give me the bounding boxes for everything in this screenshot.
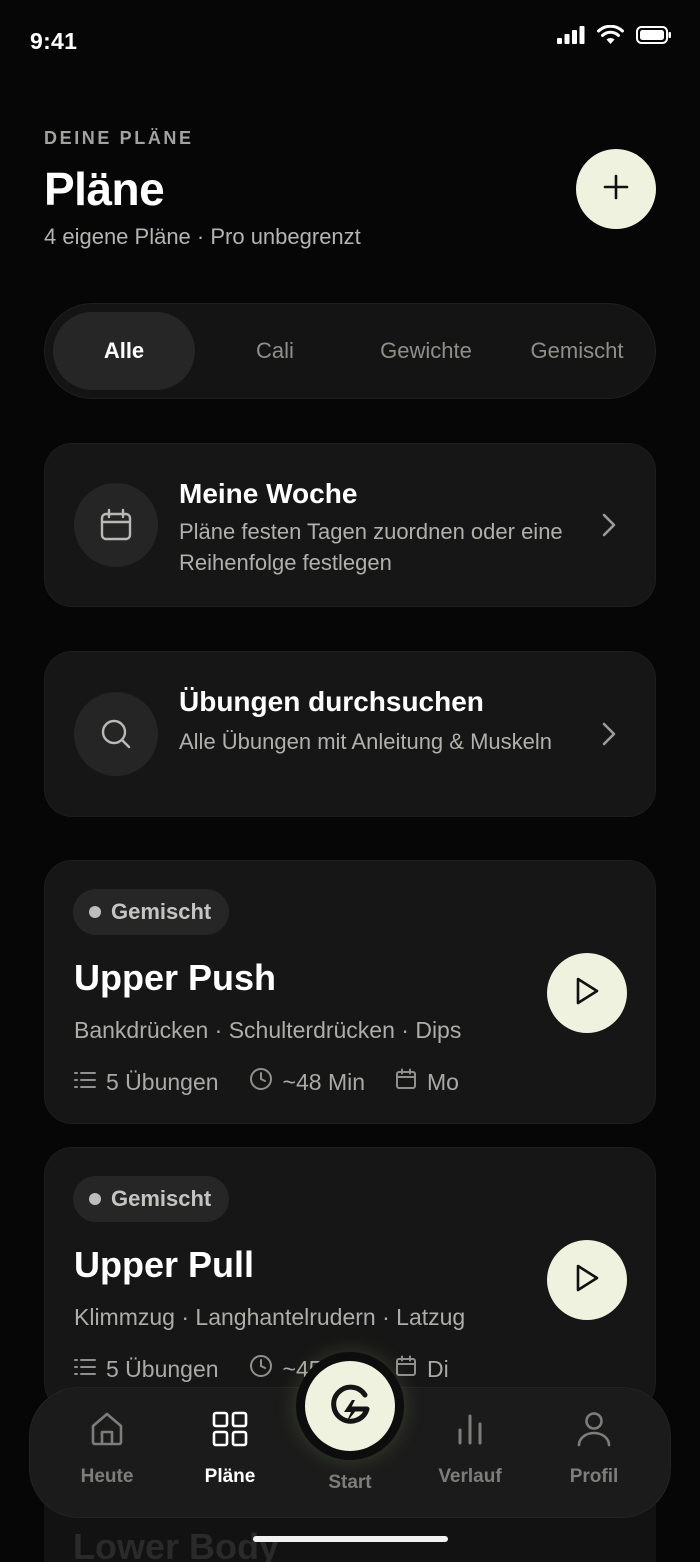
plan-type-badge: Gemischt <box>73 889 230 935</box>
status-bar: 9:41 <box>0 0 700 84</box>
tab-label: Pläne <box>204 1466 256 1487</box>
filter-tab-alle[interactable]: Alle <box>53 312 195 390</box>
tab-start-label: Start <box>328 1472 372 1493</box>
badge-label: Gemischt <box>111 1186 212 1211</box>
status-time: 9:41 <box>30 28 78 54</box>
week-schedule-card[interactable]: Meine Woche Pläne festen Tagen zuordnen … <box>44 443 656 607</box>
cellular-signal-icon <box>557 26 585 44</box>
chevron-right-icon <box>601 721 617 752</box>
list-icon <box>74 1356 96 1383</box>
plan-day: Di <box>395 1355 449 1383</box>
start-workout-button[interactable] <box>296 1352 404 1460</box>
badge-dot <box>89 1193 101 1205</box>
badge-label: Gemischt <box>111 899 212 924</box>
battery-icon <box>636 26 672 44</box>
plan-exercises: Bankdrücken · Schulterdrücken · Dips <box>74 1017 462 1043</box>
section-eyebrow: DEINE PLÄNE <box>44 128 194 148</box>
wifi-icon <box>597 25 624 45</box>
exercise-count: 5 Übungen <box>74 1356 219 1383</box>
play-icon <box>573 976 601 1011</box>
filter-tab-cali[interactable]: Cali <box>204 312 346 390</box>
home-indicator <box>253 1536 448 1542</box>
grid-icon <box>211 1410 249 1454</box>
tab-profil[interactable]: Profil <box>539 1410 649 1488</box>
calendar-small-icon <box>395 1355 417 1383</box>
home-icon <box>88 1410 126 1454</box>
week-card-title: Meine Woche <box>179 478 358 509</box>
bar-chart-icon <box>451 1410 489 1454</box>
list-icon <box>74 1069 96 1096</box>
plan-title: Upper Push <box>74 957 277 998</box>
day-label: Mo <box>427 1068 459 1095</box>
search-icon <box>74 692 158 776</box>
add-plan-button[interactable] <box>576 149 656 229</box>
tab-plaene[interactable]: Pläne <box>175 1410 285 1488</box>
plus-icon <box>602 173 630 206</box>
start-plan-button[interactable] <box>547 1240 627 1320</box>
clock-icon <box>249 1067 273 1097</box>
duration-label: ~48 Min <box>282 1068 366 1095</box>
user-icon <box>575 1410 613 1454</box>
page-title: Pläne <box>44 163 165 215</box>
status-icons <box>557 25 672 45</box>
search-card-description: Alle Übungen mit Anleitung & Muskeln <box>179 729 552 754</box>
exercise-count: 5 Übungen <box>74 1069 219 1096</box>
bolt-logo-icon <box>305 1361 395 1451</box>
start-plan-button[interactable] <box>547 953 627 1033</box>
calendar-icon <box>74 483 158 567</box>
plan-meta: 5 Übungen ~45 Min Di <box>74 1354 479 1384</box>
chevron-right-icon <box>601 512 617 543</box>
page-subtitle: 4 eigene Pläne · Pro unbegrenzt <box>44 224 361 249</box>
plan-exercises: Klimmzug · Langhantelrudern · Latzug <box>74 1304 466 1330</box>
plan-duration: ~48 Min <box>249 1067 365 1097</box>
clock-icon <box>249 1354 273 1384</box>
search-card-title: Übungen durchsuchen <box>179 686 484 717</box>
filter-segmented-control: Alle Cali Gewichte Gemischt <box>44 303 656 399</box>
tab-verlauf[interactable]: Verlauf <box>415 1410 525 1488</box>
badge-dot <box>89 906 101 918</box>
plan-day: Mo <box>395 1068 459 1096</box>
exercise-count-label: 5 Übungen <box>106 1068 219 1095</box>
plan-card[interactable]: Gemischt Upper Push Bankdrücken · Schult… <box>44 860 656 1124</box>
plan-meta: 5 Übungen ~48 Min Mo <box>74 1067 489 1097</box>
tab-heute[interactable]: Heute <box>52 1410 162 1488</box>
plan-title: Upper Pull <box>74 1244 255 1285</box>
exercise-count-label: 5 Übungen <box>106 1355 219 1382</box>
filter-tab-gewichte[interactable]: Gewichte <box>355 312 497 390</box>
calendar-small-icon <box>395 1068 417 1096</box>
play-icon <box>573 1263 601 1298</box>
tab-label: Heute <box>80 1466 134 1487</box>
day-label: Di <box>427 1355 449 1382</box>
plan-type-badge: Gemischt <box>73 1176 230 1222</box>
filter-tab-gemischt[interactable]: Gemischt <box>506 312 648 390</box>
week-card-description: Pläne festen Tagen zuordnen oder eine Re… <box>179 519 563 575</box>
exercise-search-card[interactable]: Übungen durchsuchen Alle Übungen mit Anl… <box>44 651 656 817</box>
plan-title: Lower Body <box>73 1526 280 1562</box>
tab-label: Profil <box>569 1466 619 1487</box>
tab-label: Verlauf <box>438 1466 502 1487</box>
